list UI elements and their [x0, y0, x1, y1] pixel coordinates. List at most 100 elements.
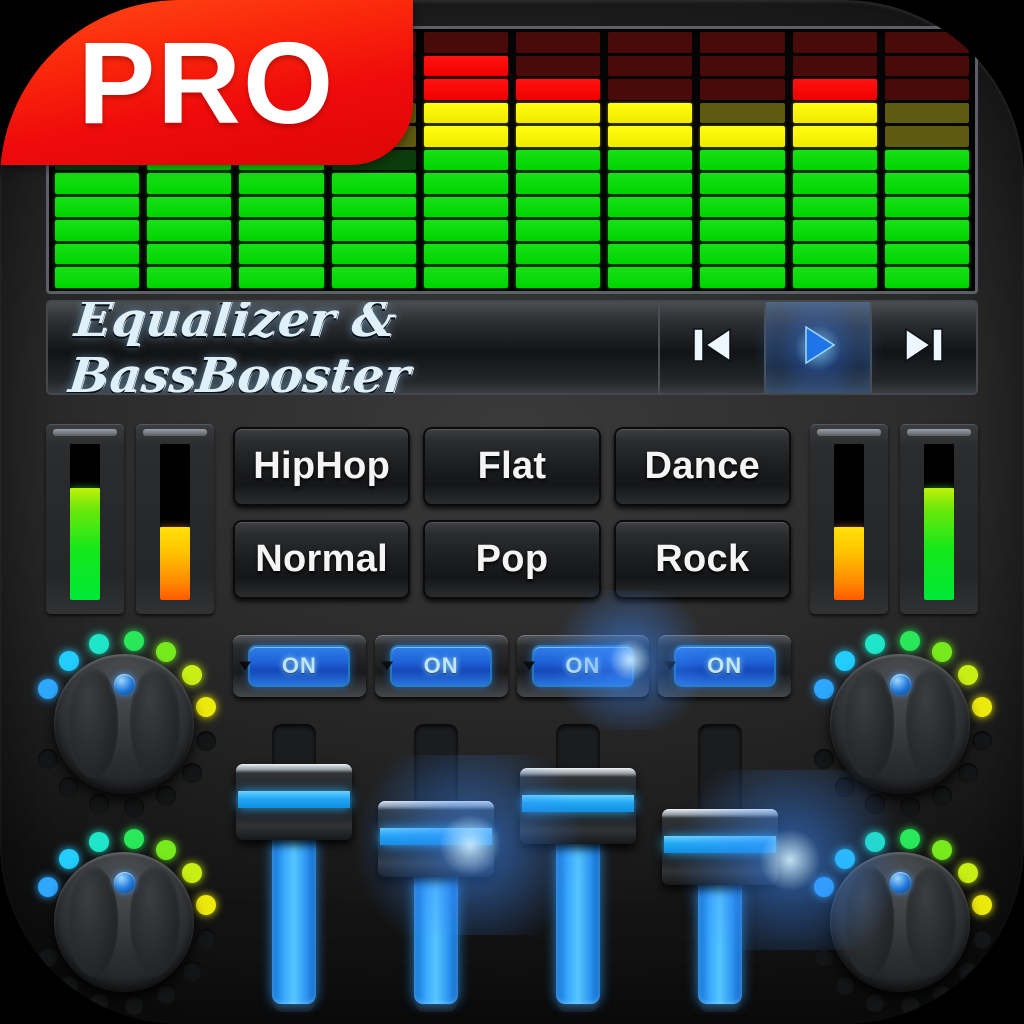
spectrum-segment — [147, 267, 232, 288]
knob-led — [156, 641, 177, 662]
play-button[interactable] — [764, 302, 870, 393]
knob-led — [865, 794, 885, 815]
toggle-1[interactable]: ON — [233, 635, 366, 697]
spectrum-segment — [516, 79, 601, 100]
knob-led — [58, 650, 79, 671]
knob-top-left[interactable] — [26, 626, 222, 822]
spectrum-segment — [792, 267, 877, 288]
knob-led — [932, 839, 953, 860]
knob-bottom-left[interactable] — [26, 824, 222, 1020]
knob-top-right[interactable] — [802, 626, 998, 822]
spectrum-segment — [55, 220, 140, 241]
next-track-button[interactable] — [870, 302, 976, 393]
spectrum-segment — [516, 31, 601, 53]
knob-led — [196, 696, 217, 717]
spectrum-segment — [608, 196, 693, 218]
knob-lobe-right — [906, 866, 956, 976]
spectrum-segment — [700, 267, 785, 288]
spectrum-segment — [792, 55, 877, 77]
knob-led — [37, 876, 58, 897]
spectrum-segment — [608, 31, 693, 53]
spectrum-segment — [884, 31, 970, 53]
spectrum-segment — [792, 149, 877, 171]
knob-body[interactable] — [54, 654, 194, 794]
preset-button-flat[interactable]: Flat — [423, 427, 601, 506]
knob-led — [972, 696, 993, 717]
spectrum-segment — [423, 243, 509, 265]
knob-bottom-right[interactable] — [802, 824, 998, 1020]
spectrum-segment — [608, 243, 693, 265]
toggle-3[interactable]: ON — [516, 635, 650, 697]
spectrum-segment — [792, 173, 877, 194]
preset-label: Pop — [475, 538, 549, 580]
spectrum-segment — [792, 102, 877, 124]
knob-led — [123, 995, 144, 1016]
spectrum-segment — [792, 79, 877, 100]
spectrum-segment — [55, 243, 140, 265]
preset-label: Rock — [655, 538, 750, 580]
spectrum-segment — [423, 267, 509, 288]
spectrum-segment — [331, 173, 416, 194]
preset-button-rock[interactable]: Rock — [613, 520, 791, 599]
knob-led — [182, 664, 203, 685]
slider-handle[interactable] — [520, 768, 636, 844]
spectrum-segment — [55, 173, 140, 194]
preset-button-hiphop[interactable]: HipHop — [233, 427, 411, 506]
vu-meter-bank-right — [810, 424, 978, 614]
spectrum-segment — [792, 220, 877, 241]
spectrum-segment — [608, 55, 693, 77]
slider-fill — [698, 875, 742, 1004]
previous-track-icon — [684, 317, 740, 378]
preset-button-normal[interactable]: Normal — [233, 520, 411, 599]
knob-led — [182, 862, 203, 883]
knob-led — [89, 794, 109, 815]
preset-button-dance[interactable]: Dance — [613, 427, 791, 506]
spectrum-segment — [884, 55, 970, 77]
spectrum-segment — [700, 102, 785, 124]
spectrum-segment — [423, 173, 509, 194]
triangle-marker-icon — [239, 661, 251, 671]
knob-body[interactable] — [54, 852, 194, 992]
spectrum-segment — [516, 243, 601, 265]
spectrum-segment — [884, 126, 970, 147]
knob-led — [156, 786, 177, 807]
spectrum-segment — [55, 267, 140, 288]
eq-slider-band-4[interactable] — [662, 716, 778, 1024]
knob-led — [865, 831, 885, 852]
knob-body[interactable] — [830, 654, 970, 794]
previous-track-button[interactable] — [658, 302, 764, 393]
slider-handle[interactable] — [236, 764, 352, 840]
knob-body[interactable] — [830, 852, 970, 992]
toggle-4[interactable]: ON — [658, 635, 791, 697]
spectrum-segment — [700, 126, 785, 147]
knob-led — [813, 876, 834, 897]
spectrum-column — [696, 31, 788, 288]
knob-lobe-left — [844, 668, 894, 778]
knob-led — [37, 947, 58, 968]
spectrum-column — [512, 31, 604, 288]
eq-slider-band-1[interactable] — [236, 716, 352, 1024]
spectrum-segment — [331, 267, 416, 288]
knob-led — [196, 929, 217, 950]
spectrum-segment — [516, 102, 601, 124]
spectrum-segment — [423, 196, 509, 218]
toggle-2[interactable]: ON — [374, 635, 508, 697]
spectrum-column — [789, 31, 881, 288]
spectrum-segment — [147, 220, 232, 241]
vu-fill — [70, 487, 100, 600]
meter-r2 — [900, 424, 978, 614]
eq-slider-band-3[interactable] — [520, 716, 636, 1024]
knob-led — [123, 630, 144, 651]
spectrum-segment — [516, 55, 601, 77]
knob-led — [813, 678, 834, 699]
spectrum-column — [881, 31, 973, 288]
spectrum-segment — [423, 220, 509, 241]
slider-handle[interactable] — [662, 809, 778, 885]
spectrum-segment — [884, 149, 970, 171]
eq-slider-band-2[interactable] — [378, 716, 494, 1024]
preset-button-pop[interactable]: Pop — [423, 520, 601, 599]
spectrum-segment — [700, 149, 785, 171]
slider-handle[interactable] — [378, 801, 494, 877]
spectrum-segment — [239, 196, 324, 218]
knob-led — [182, 763, 203, 784]
